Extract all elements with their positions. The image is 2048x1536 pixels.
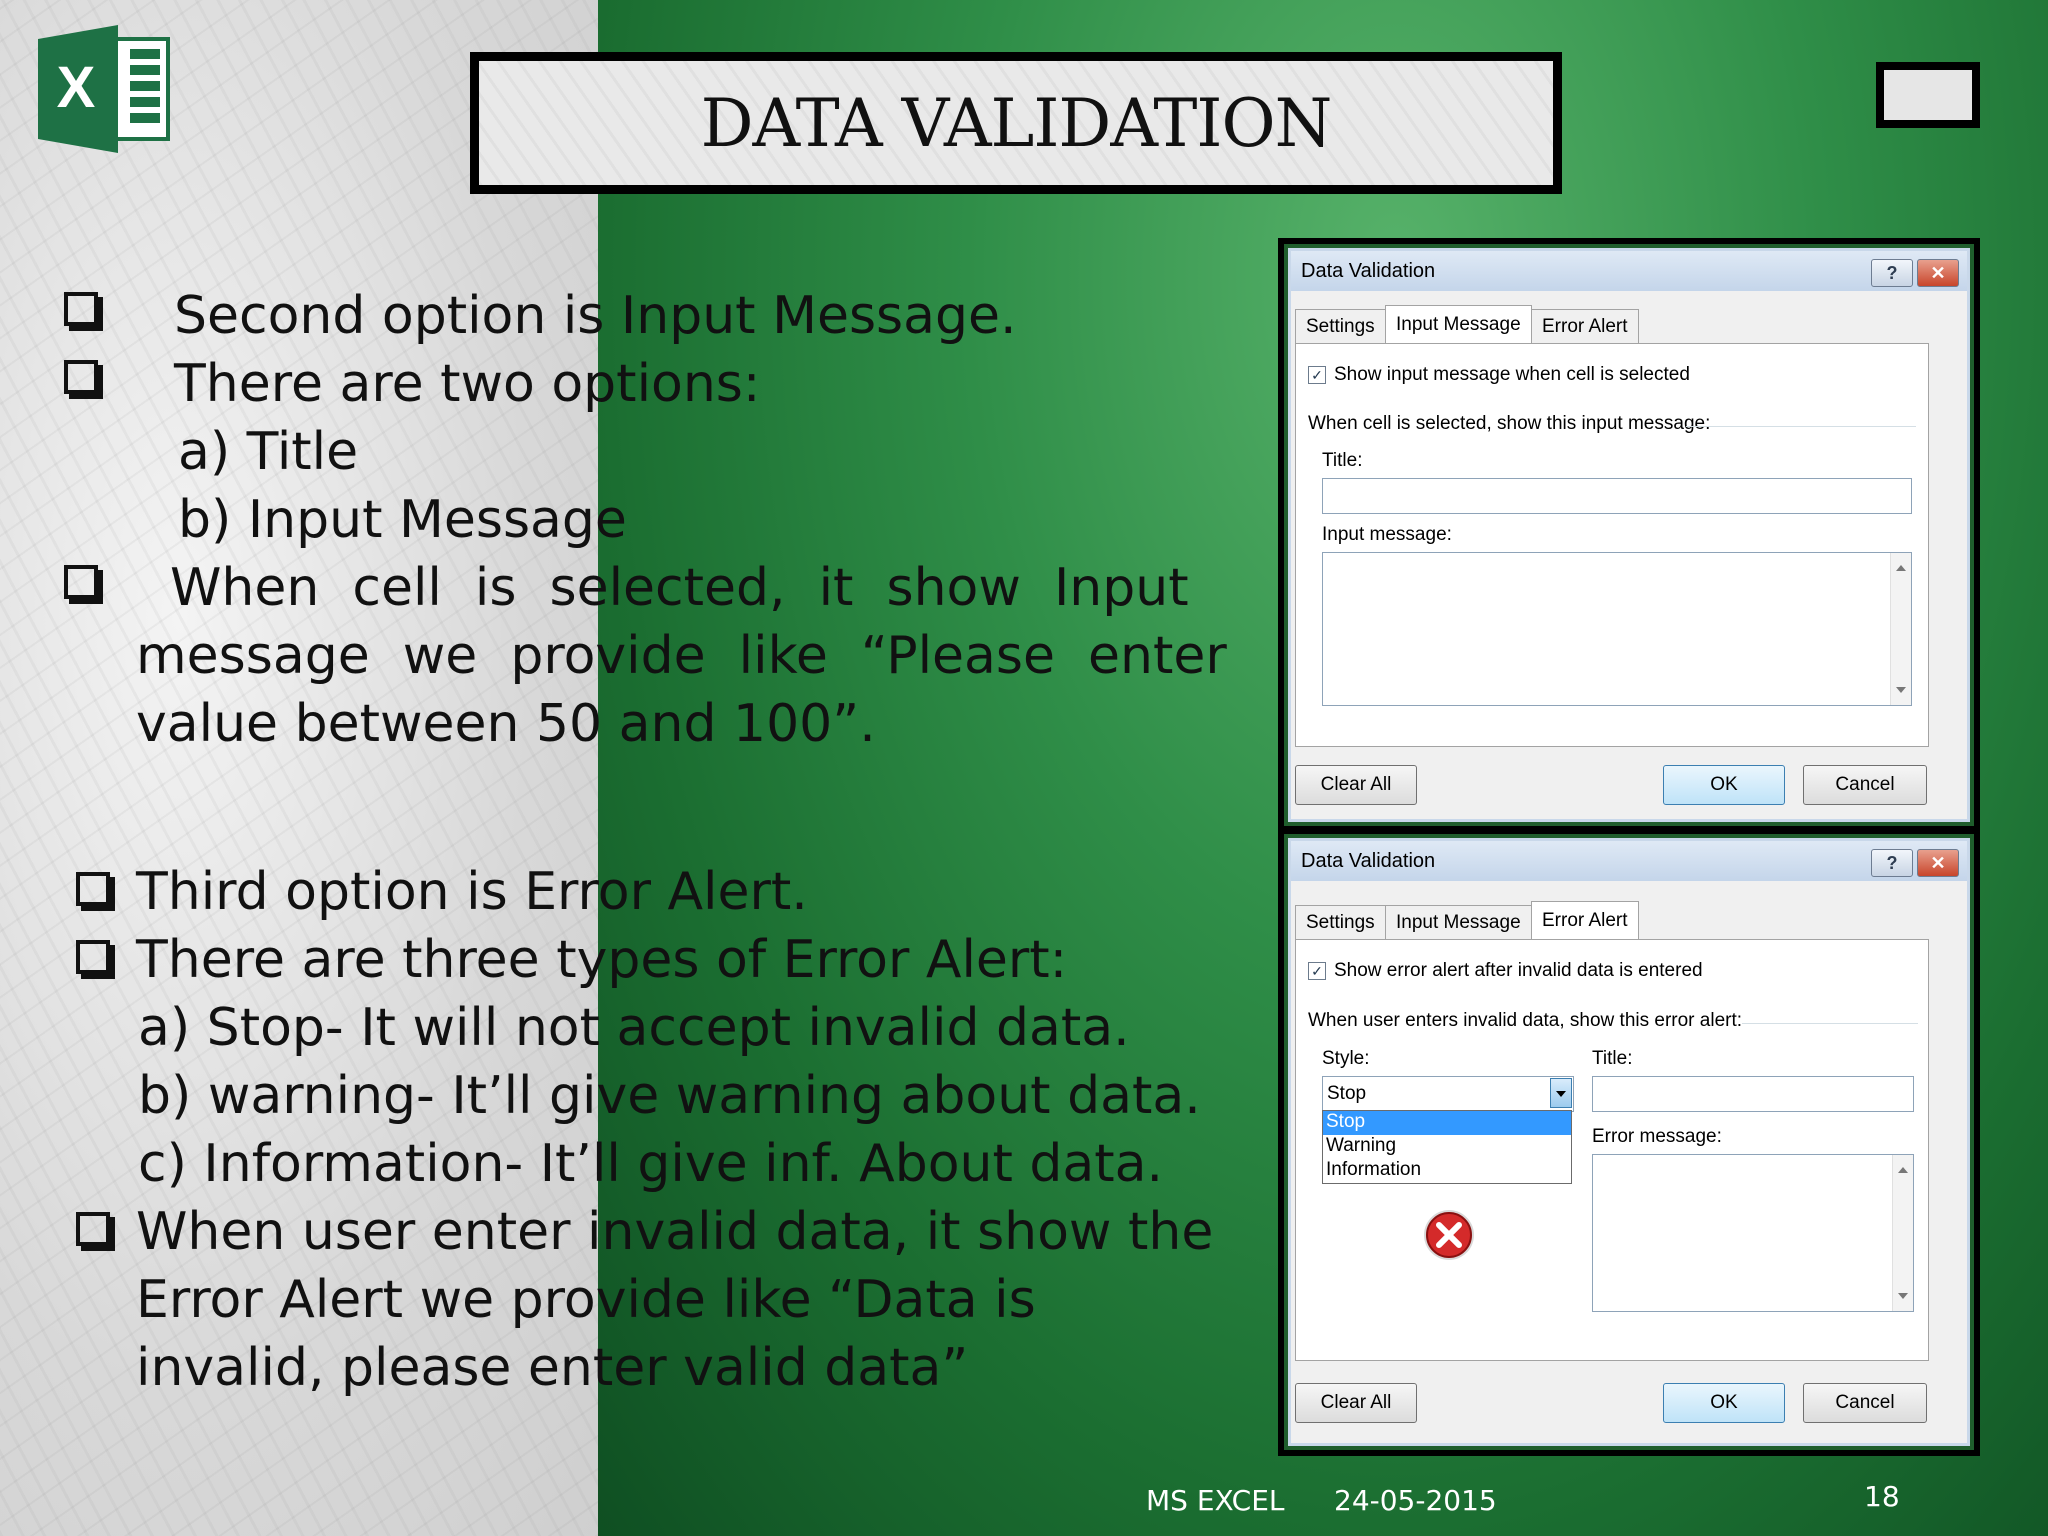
paragraph: There are two options: (174, 354, 761, 414)
error-message-textarea[interactable] (1592, 1154, 1914, 1312)
tab-panel: ✓ Show error alert after invalid data is… (1295, 939, 1929, 1361)
title-input[interactable] (1322, 478, 1912, 514)
input-message-label: Input message: (1322, 524, 1452, 545)
style-select-value: Stop (1327, 1083, 1367, 1104)
title-label: Title: (1592, 1048, 1633, 1069)
paragraph: When cell is selected, it show Input (170, 558, 1189, 618)
footer-label: MS EXCEL (1146, 1484, 1285, 1517)
error-alert-dialog: Data Validation ? ✕ Settings Input Messa… (1288, 838, 1970, 1446)
paragraph: Third option is Error Alert. (136, 862, 808, 922)
paragraph: a) Stop- It will not accept invalid data… (138, 998, 1130, 1058)
style-option-stop[interactable]: Stop (1323, 1111, 1571, 1135)
help-button[interactable]: ? (1871, 849, 1913, 877)
paragraph: b) Input Message (178, 490, 627, 550)
paragraph: There are three types of Error Alert: (136, 930, 1068, 990)
bullet-icon (64, 292, 98, 326)
close-button[interactable]: ✕ (1917, 849, 1959, 877)
input-message-textarea[interactable] (1322, 552, 1912, 706)
help-button[interactable]: ? (1871, 259, 1913, 287)
clear-all-button[interactable]: Clear All (1295, 765, 1417, 805)
cancel-button[interactable]: Cancel (1803, 1383, 1927, 1423)
style-select[interactable]: Stop (1322, 1076, 1574, 1112)
excel-logo-letter: X (57, 55, 96, 120)
bullet-icon (76, 872, 110, 906)
ok-button[interactable]: OK (1663, 765, 1785, 805)
title-input[interactable] (1592, 1076, 1914, 1112)
error-message-label: Error message: (1592, 1126, 1722, 1147)
slide-number: 18 (1864, 1480, 1900, 1513)
decorative-box (1876, 62, 1980, 128)
scroll-up-icon[interactable] (1898, 1167, 1908, 1173)
bullet-icon (64, 360, 98, 394)
bullet-icon (64, 565, 98, 599)
checkbox-label: Show input message when cell is selected (1334, 364, 1690, 385)
tab-settings[interactable]: Settings (1295, 309, 1386, 344)
title-label: Title: (1322, 450, 1363, 471)
paragraph: Second option is Input Message. (174, 286, 1017, 346)
tab-input-message[interactable]: Input Message (1385, 905, 1532, 940)
scrollbar[interactable] (1890, 553, 1911, 705)
input-message-dialog-frame: Data Validation ? ✕ Settings Input Messa… (1278, 238, 1980, 832)
paragraph: Error Alert we provide like “Data is (136, 1270, 1036, 1330)
style-dropdown-list: Stop Warning Information (1322, 1110, 1572, 1184)
tab-error-alert[interactable]: Error Alert (1531, 309, 1639, 344)
close-button[interactable]: ✕ (1917, 259, 1959, 287)
stop-error-icon (1424, 1210, 1474, 1260)
section-label: When cell is selected, show this input m… (1308, 413, 1711, 434)
excel-logo-icon: X (38, 25, 170, 153)
style-label: Style: (1322, 1048, 1370, 1069)
dialog-title: Data Validation (1291, 251, 1967, 291)
tab-error-alert[interactable]: Error Alert (1531, 901, 1639, 940)
scroll-up-icon[interactable] (1896, 565, 1906, 571)
ok-button[interactable]: OK (1663, 1383, 1785, 1423)
tab-input-message[interactable]: Input Message (1385, 305, 1532, 344)
paragraph: c) Information- It’ll give inf. About da… (138, 1134, 1164, 1194)
input-message-dialog: Data Validation ? ✕ Settings Input Messa… (1288, 248, 1970, 822)
paragraph: b) warning- It’ll give warning about dat… (138, 1066, 1201, 1126)
error-alert-dialog-frame: Data Validation ? ✕ Settings Input Messa… (1278, 828, 1980, 1456)
paragraph: invalid, please enter valid data” (136, 1338, 969, 1398)
footer-date: 24-05-2015 (1334, 1484, 1497, 1517)
scrollbar[interactable] (1892, 1155, 1913, 1311)
scroll-down-icon[interactable] (1896, 687, 1906, 693)
bullet-icon (76, 940, 110, 974)
scroll-down-icon[interactable] (1898, 1293, 1908, 1299)
tab-panel: ✓ Show input message when cell is select… (1295, 343, 1929, 747)
paragraph: value between 50 and 100”. (136, 694, 876, 754)
show-error-alert-checkbox[interactable]: ✓ (1308, 962, 1326, 980)
tab-settings[interactable]: Settings (1295, 905, 1386, 940)
title-box: DATA VALIDATION (470, 52, 1562, 194)
style-option-warning[interactable]: Warning (1326, 1135, 1396, 1157)
paragraph: When user enter invalid data, it show th… (136, 1202, 1214, 1262)
cancel-button[interactable]: Cancel (1803, 765, 1927, 805)
dialog-title: Data Validation (1291, 841, 1967, 881)
section-label: When user enters invalid data, show this… (1308, 1010, 1743, 1031)
paragraph: message we provide like “Please enter (136, 626, 1227, 686)
paragraph: a) Title (178, 422, 359, 482)
slide-title: DATA VALIDATION (700, 84, 1333, 162)
bullet-icon (76, 1212, 110, 1246)
style-option-information[interactable]: Information (1326, 1159, 1421, 1181)
section-divider (1742, 1023, 1918, 1024)
show-input-message-checkbox[interactable]: ✓ (1308, 366, 1326, 384)
section-divider (1686, 426, 1916, 427)
checkbox-label: Show error alert after invalid data is e… (1334, 960, 1703, 981)
dropdown-arrow-icon[interactable] (1550, 1078, 1572, 1108)
clear-all-button[interactable]: Clear All (1295, 1383, 1417, 1423)
